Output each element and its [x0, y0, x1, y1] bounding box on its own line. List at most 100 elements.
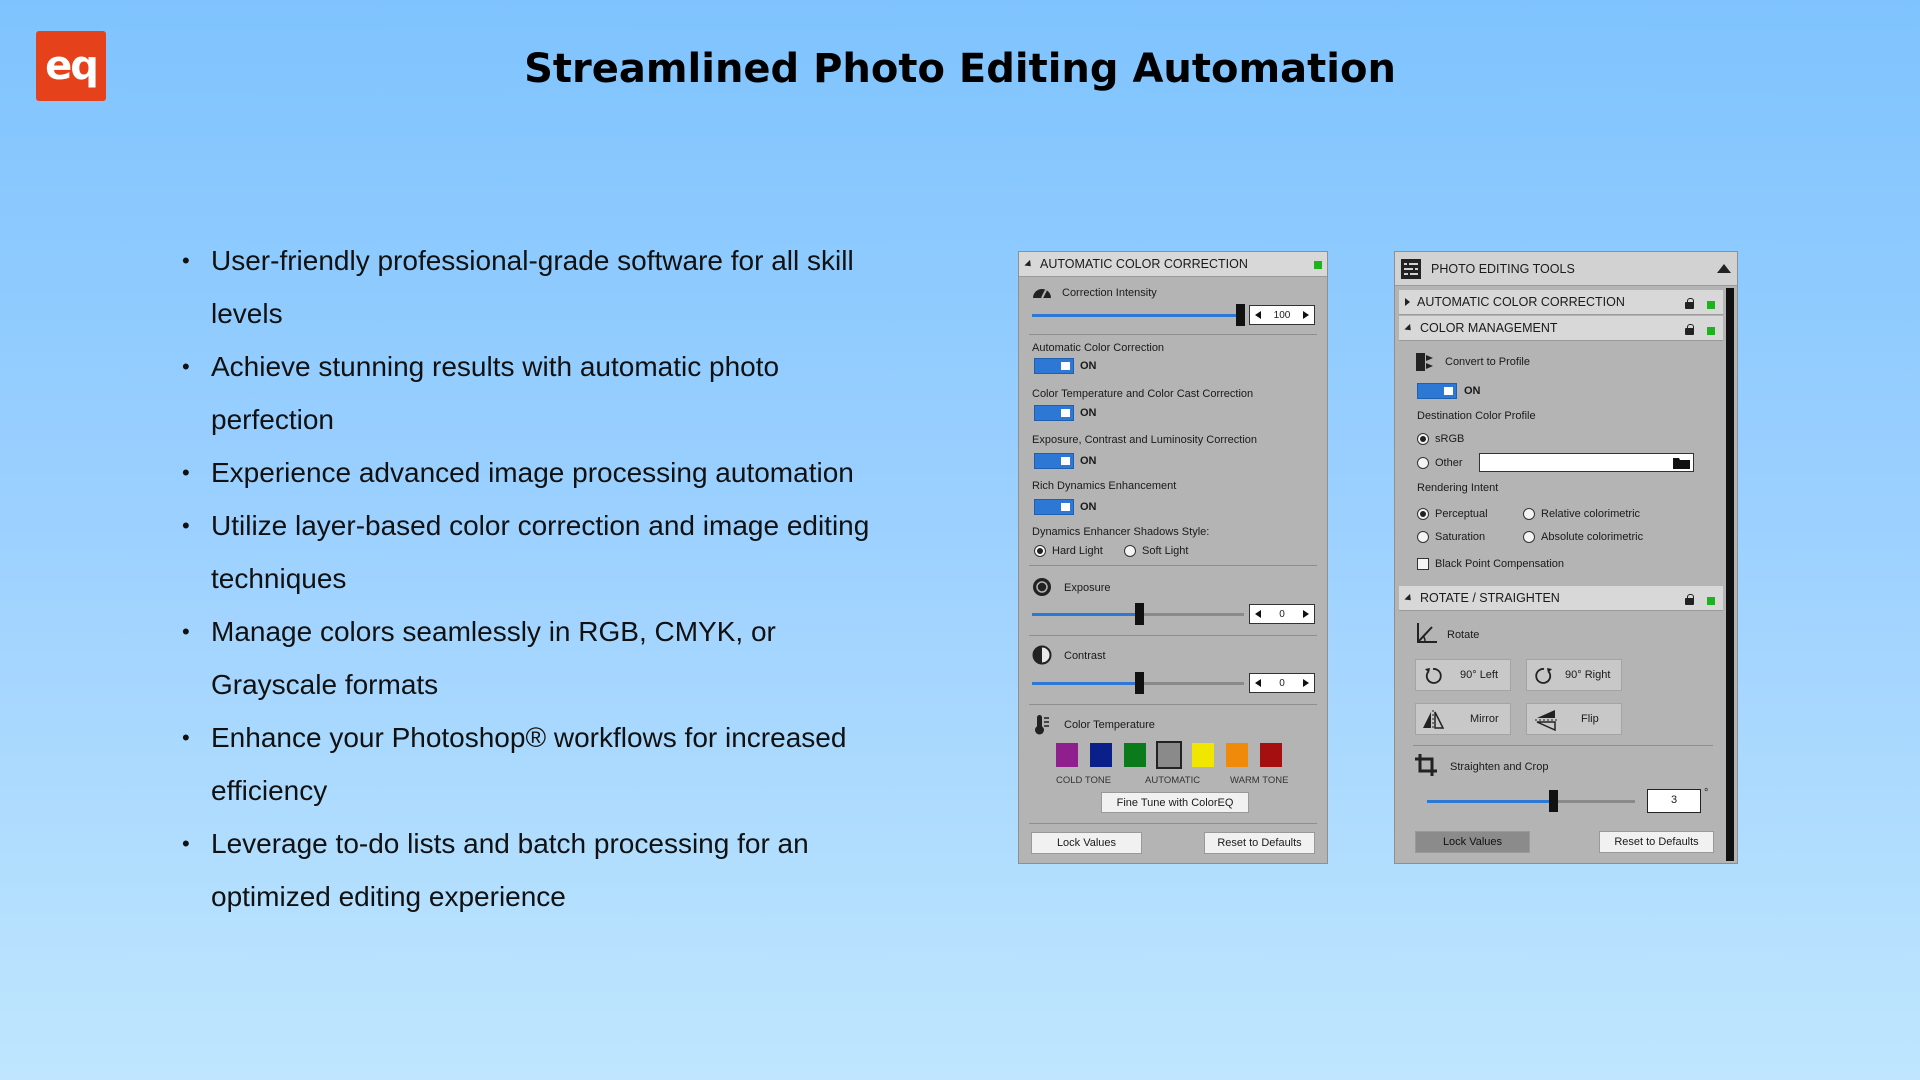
decrement-icon[interactable] [1255, 311, 1261, 319]
convert-to-profile-label: Convert to Profile [1445, 356, 1530, 368]
soft-light-radio[interactable] [1124, 545, 1136, 557]
exposure-stepper[interactable]: 0 [1249, 604, 1315, 624]
srgb-radio[interactable] [1417, 433, 1429, 445]
color-swatch[interactable] [1124, 743, 1146, 767]
color-swatch[interactable] [1226, 743, 1248, 767]
section-automatic-color-correction[interactable]: AUTOMATIC COLOR CORRECTION [1399, 290, 1723, 315]
hard-light-radio[interactable] [1034, 545, 1046, 557]
intensity-value: 100 [1273, 309, 1291, 321]
exposure-label: Exposure [1064, 582, 1111, 594]
color-temp-cast-toggle[interactable] [1034, 405, 1074, 421]
decrement-icon[interactable] [1255, 610, 1261, 618]
slider-fill [1427, 800, 1555, 803]
color-swatch[interactable] [1090, 743, 1112, 767]
photo-editing-tools-panel: PHOTO EDITING TOOLS AUTOMATIC COLOR CORR… [1394, 251, 1738, 864]
mirror-button[interactable]: Mirror [1415, 703, 1511, 735]
list-item: Achieve stunning results with automatic … [182, 340, 902, 446]
increment-icon[interactable] [1303, 311, 1309, 319]
flip-button[interactable]: Flip [1526, 703, 1622, 735]
collapse-up-icon[interactable] [1717, 264, 1731, 273]
thermometer-icon [1035, 715, 1049, 735]
divider [1029, 823, 1317, 824]
rotate-angle-icon [1417, 623, 1437, 643]
auto-color-toggle[interactable] [1034, 358, 1074, 374]
divider [1029, 704, 1317, 705]
straighten-slider-thumb[interactable] [1549, 790, 1558, 812]
intensity-slider-thumb[interactable] [1236, 304, 1245, 326]
section-label: COLOR MANAGEMENT [1420, 321, 1558, 335]
crop-icon [1415, 754, 1437, 776]
rotate-right-label: 90° Right [1565, 669, 1611, 681]
color-swatch[interactable] [1156, 741, 1182, 769]
convert-profile-toggle[interactable] [1417, 383, 1457, 399]
contrast-slider-thumb[interactable] [1135, 672, 1144, 694]
reset-defaults-button[interactable]: Reset to Defaults [1599, 831, 1714, 853]
expand-icon[interactable] [1405, 298, 1410, 306]
relative-colorimetric-radio[interactable] [1523, 508, 1535, 520]
list-item: Utilize layer-based color correction and… [182, 499, 902, 605]
srgb-label: sRGB [1435, 433, 1465, 445]
lock-icon[interactable] [1685, 594, 1694, 605]
flip-label: Flip [1581, 713, 1599, 725]
collapse-icon[interactable] [1024, 259, 1034, 269]
degree-unit: ° [1704, 787, 1709, 799]
toggle-state: ON [1080, 360, 1097, 372]
section-color-management[interactable]: COLOR MANAGEMENT [1399, 316, 1723, 341]
collapse-icon[interactable] [1404, 323, 1414, 333]
intensity-stepper[interactable]: 100 [1249, 305, 1315, 325]
other-radio[interactable] [1417, 457, 1429, 469]
status-indicator-icon [1707, 301, 1715, 309]
rotate-right-icon [1535, 668, 1552, 684]
fine-tune-button[interactable]: Fine Tune with ColorEQ [1101, 792, 1249, 813]
profile-icon [1416, 353, 1433, 371]
decrement-icon[interactable] [1255, 679, 1261, 687]
other-profile-field[interactable] [1479, 453, 1694, 472]
rich-dynamics-toggle[interactable] [1034, 499, 1074, 515]
contrast-stepper[interactable]: 0 [1249, 673, 1315, 693]
divider [1029, 334, 1317, 335]
lock-icon[interactable] [1685, 298, 1694, 309]
hard-light-label: Hard Light [1052, 545, 1103, 557]
section-rotate-straighten[interactable]: ROTATE / STRAIGHTEN [1399, 586, 1723, 611]
exposure-contrast-toggle[interactable] [1034, 453, 1074, 469]
collapse-icon[interactable] [1404, 593, 1414, 603]
perceptual-label: Perceptual [1435, 508, 1488, 520]
folder-icon[interactable] [1673, 457, 1690, 469]
cold-tone-label: COLD TONE [1056, 775, 1112, 786]
feature-list: User-friendly professional-grade softwar… [182, 234, 902, 923]
panel-header-label: PHOTO EDITING TOOLS [1431, 261, 1575, 276]
straighten-value-input[interactable]: 3 [1647, 789, 1701, 813]
rotate-label: Rotate [1447, 629, 1480, 641]
list-item: Experience advanced image processing aut… [182, 446, 902, 499]
gauge-icon [1033, 289, 1051, 299]
absolute-colorimetric-radio[interactable] [1523, 531, 1535, 543]
color-swatch[interactable] [1260, 743, 1282, 767]
lock-values-button[interactable]: Lock Values [1031, 832, 1142, 854]
exposure-value: 0 [1279, 608, 1285, 620]
increment-icon[interactable] [1303, 610, 1309, 618]
black-point-checkbox[interactable] [1417, 558, 1429, 570]
contrast-icon [1032, 645, 1052, 665]
contrast-value: 0 [1279, 677, 1285, 689]
lock-values-button[interactable]: Lock Values [1415, 831, 1530, 853]
toggle-state: ON [1080, 501, 1097, 513]
list-item: User-friendly professional-grade softwar… [182, 234, 902, 340]
divider [1413, 745, 1713, 746]
rotate-left-button[interactable]: 90° Left [1415, 659, 1511, 691]
panel-header[interactable]: AUTOMATIC COLOR CORRECTION [1019, 252, 1327, 277]
increment-icon[interactable] [1303, 679, 1309, 687]
perceptual-radio[interactable] [1417, 508, 1429, 520]
color-swatch[interactable] [1056, 743, 1078, 767]
other-label: Other [1435, 457, 1463, 469]
rotate-left-label: 90° Left [1460, 669, 1499, 681]
saturation-radio[interactable] [1417, 531, 1429, 543]
color-swatch[interactable] [1192, 743, 1214, 767]
scrollbar[interactable] [1726, 288, 1734, 861]
rotate-right-button[interactable]: 90° Right [1526, 659, 1622, 691]
lock-icon[interactable] [1685, 324, 1694, 335]
toggle-state: ON [1464, 385, 1481, 397]
shadows-style-label: Dynamics Enhancer Shadows Style: [1032, 526, 1210, 538]
exposure-slider-thumb[interactable] [1135, 603, 1144, 625]
reset-defaults-button[interactable]: Reset to Defaults [1204, 832, 1315, 854]
slider-fill [1032, 682, 1139, 685]
